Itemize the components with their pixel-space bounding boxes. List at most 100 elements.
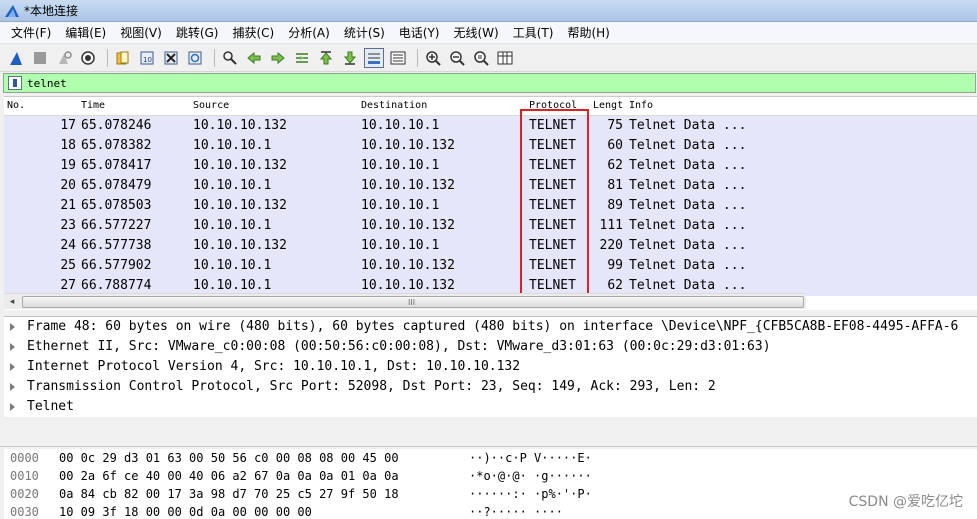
menu-item[interactable]: 统计(S) <box>337 22 392 44</box>
bytes-row[interactable]: 0000 00 0c 29 d3 01 63 00 50 56 c0 00 08 … <box>4 449 977 467</box>
byte-hex: 00 2a 6f ce 40 00 40 06 a2 67 0a 0a 0a 0… <box>59 469 399 483</box>
main-toolbar: 10 <box>0 44 977 72</box>
column-header-time[interactable]: Time <box>81 100 105 111</box>
toolbar-separator <box>417 48 418 67</box>
detail-tree-row[interactable]: Transmission Control Protocol, Src Port:… <box>4 377 977 397</box>
go-forward-icon[interactable] <box>268 48 288 68</box>
packet-protocol: TELNET <box>529 158 576 173</box>
menu-item[interactable]: 电话(Y) <box>392 22 447 44</box>
packet-row[interactable]: 25 66.577902 10.10.10.1 10.10.10.132 TELNET 9… <box>4 256 977 276</box>
packet-row[interactable]: 19 65.078417 10.10.10.132 10.10.10.1 TELNET 6… <box>4 156 977 176</box>
scroll-left-arrow-icon[interactable]: ◂ <box>4 294 20 310</box>
packet-number: 20 <box>60 178 76 193</box>
go-last-packet-icon[interactable] <box>340 48 360 68</box>
packet-destination: 10.10.10.1 <box>361 158 440 173</box>
byte-ascii: ··)··c·P V·····E· <box>469 451 592 465</box>
menu-item[interactable]: 编辑(E) <box>58 22 113 44</box>
packet-number: 25 <box>60 258 76 273</box>
packet-row[interactable]: 24 66.577738 10.10.10.132 10.10.10.1 TELNET 2… <box>4 236 977 256</box>
toolbar-separator <box>107 48 108 67</box>
packet-time: 65.078246 <box>81 118 152 133</box>
colorize-icon[interactable] <box>388 48 408 68</box>
packet-protocol: TELNET <box>529 178 576 193</box>
autoscroll-icon[interactable] <box>364 47 384 68</box>
zoom-in-icon[interactable] <box>423 48 443 68</box>
start-capture-icon[interactable] <box>6 48 26 68</box>
packet-row[interactable]: 20 65.078479 10.10.10.1 10.10.10.132 TELNET 8… <box>4 176 977 196</box>
column-header-source[interactable]: Source <box>193 100 229 111</box>
menu-item[interactable]: 跳转(G) <box>169 22 226 44</box>
menu-item[interactable]: 无线(W) <box>447 22 506 44</box>
menu-item[interactable]: 分析(A) <box>281 22 337 44</box>
expand-triangle-icon[interactable] <box>10 323 15 331</box>
column-header-no[interactable]: No. <box>7 100 25 111</box>
packet-number: 19 <box>60 158 76 173</box>
column-header-info[interactable]: Info <box>629 100 653 111</box>
stop-capture-icon[interactable] <box>30 48 50 68</box>
pane-splitter[interactable] <box>0 417 977 447</box>
resize-columns-icon[interactable] <box>495 48 515 68</box>
packet-row[interactable]: 17 65.078246 10.10.10.132 10.10.10.1 TELNET 7… <box>4 116 977 136</box>
packet-time: 65.078503 <box>81 198 152 213</box>
column-header-destination[interactable]: Destination <box>361 100 427 111</box>
close-file-icon[interactable] <box>161 48 181 68</box>
menu-item[interactable]: 帮助(H) <box>560 22 616 44</box>
expand-triangle-icon[interactable] <box>10 363 15 371</box>
packet-row[interactable]: 21 65.078503 10.10.10.132 10.10.10.1 TELNET 8… <box>4 196 977 216</box>
reload-file-icon[interactable] <box>185 48 205 68</box>
column-header-length[interactable]: Lengt <box>593 100 623 111</box>
packet-info: Telnet Data ... <box>629 178 747 193</box>
capture-options-icon[interactable] <box>78 48 98 68</box>
go-first-packet-icon[interactable] <box>316 48 336 68</box>
packet-info: Telnet Data ... <box>629 118 747 133</box>
packet-number: 21 <box>60 198 76 213</box>
menu-item[interactable]: 捕获(C) <box>225 22 281 44</box>
packet-row[interactable]: 23 66.577227 10.10.10.1 10.10.10.132 TELNET 1… <box>4 216 977 236</box>
packet-destination: 10.10.10.1 <box>361 198 440 213</box>
packet-source: 10.10.10.132 <box>193 118 287 133</box>
packet-list: No. Time Source Destination Protocol Len… <box>4 96 977 310</box>
detail-tree-row[interactable]: Frame 48: 60 bytes on wire (480 bits), 6… <box>4 317 977 337</box>
byte-ascii: ··?····· ···· <box>469 505 563 519</box>
packet-protocol: TELNET <box>529 258 576 273</box>
display-filter-input[interactable] <box>27 76 927 90</box>
detail-tree-row[interactable]: Telnet <box>4 397 977 417</box>
menu-item[interactable]: 文件(F) <box>4 22 58 44</box>
go-back-icon[interactable] <box>244 48 264 68</box>
detail-tree-row[interactable]: Internet Protocol Version 4, Src: 10.10.… <box>4 357 977 377</box>
packet-time: 65.078382 <box>81 138 152 153</box>
expand-triangle-icon[interactable] <box>10 343 15 351</box>
bytes-row[interactable]: 0010 00 2a 6f ce 40 00 40 06 a2 67 0a 0a … <box>4 467 977 485</box>
packet-row[interactable]: 18 65.078382 10.10.10.1 10.10.10.132 TELNET 6… <box>4 136 977 156</box>
save-file-icon[interactable]: 10 <box>137 48 157 68</box>
open-file-icon[interactable] <box>113 48 133 68</box>
packet-list-rows: 17 65.078246 10.10.10.132 10.10.10.1 TELNET 7… <box>4 116 977 296</box>
packet-protocol: TELNET <box>529 118 576 133</box>
detail-tree-row[interactable]: Ethernet II, Src: VMware_c0:00:08 (00:50… <box>4 337 977 357</box>
bookmark-filter-icon[interactable] <box>8 76 22 90</box>
packet-time: 66.577738 <box>81 238 152 253</box>
byte-hex: 0a 84 cb 82 00 17 3a 98 d7 70 25 c5 27 9… <box>59 487 399 501</box>
scrollbar-thumb[interactable]: III <box>22 296 804 308</box>
restart-capture-icon[interactable] <box>54 48 74 68</box>
find-packet-icon[interactable] <box>220 48 240 68</box>
packet-destination: 10.10.10.132 <box>361 138 455 153</box>
bytes-row[interactable]: 0020 0a 84 cb 82 00 17 3a 98 d7 70 25 c5 … <box>4 485 977 503</box>
zoom-out-icon[interactable] <box>447 48 467 68</box>
packet-length: 62 <box>607 158 623 173</box>
detail-text: Transmission Control Protocol, Src Port:… <box>27 379 716 394</box>
zoom-normal-icon[interactable] <box>471 48 491 68</box>
expand-triangle-icon[interactable] <box>10 403 15 411</box>
column-header-protocol[interactable]: Protocol <box>529 100 577 111</box>
menu-item[interactable]: 工具(T) <box>506 22 561 44</box>
detail-text: Internet Protocol Version 4, Src: 10.10.… <box>27 359 521 374</box>
packet-destination: 10.10.10.1 <box>361 118 440 133</box>
bytes-row[interactable]: 0030 10 09 3f 18 00 00 0d 0a 00 00 00 00 ·… <box>4 503 977 519</box>
byte-hex: 00 0c 29 d3 01 63 00 50 56 c0 00 08 08 0… <box>59 451 399 465</box>
menu-item[interactable]: 视图(V) <box>113 22 169 44</box>
expand-triangle-icon[interactable] <box>10 383 15 391</box>
packet-list-horizontal-scrollbar[interactable]: ◂ III <box>4 293 806 309</box>
go-to-packet-icon[interactable] <box>292 48 312 68</box>
menu-bar: 文件(F) 编辑(E) 视图(V) 跳转(G) 捕获(C) 分析(A) 统计(S) 电话(Y)… <box>0 22 977 44</box>
packet-bytes-pane: 0000 00 0c 29 d3 01 63 00 50 56 c0 00 08 … <box>4 449 977 519</box>
